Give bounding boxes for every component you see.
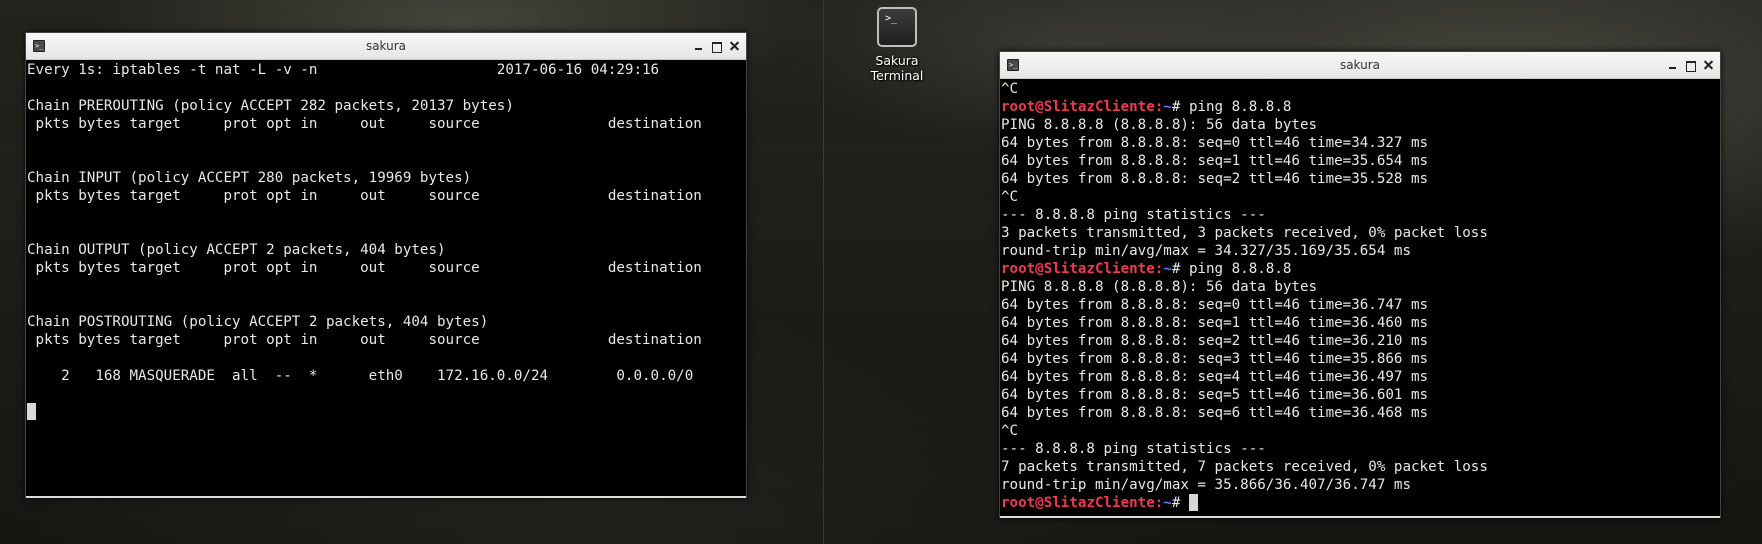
prompt-symbol: # [1171, 99, 1189, 115]
terminal-line: 64 bytes from 8.8.8.8: seq=2 ttl=46 time… [1001, 171, 1429, 187]
terminal-line: 64 bytes from 8.8.8.8: seq=5 ttl=46 time… [1001, 387, 1429, 403]
prompt-path: ~ [1163, 99, 1172, 115]
terminal-line: ^C [1001, 423, 1019, 439]
prompt-user-host: root@SlitazCliente: [1001, 495, 1164, 511]
close-icon[interactable] [729, 41, 740, 52]
terminal-bottom-border [1000, 516, 1720, 518]
prompt-user-host: root@SlitazCliente: [1001, 261, 1164, 277]
terminal-line: Chain POSTROUTING (policy ACCEPT 2 packe… [27, 314, 489, 330]
maximize-icon[interactable] [1685, 60, 1696, 72]
terminal-line: --- 8.8.8.8 ping statistics --- [1001, 441, 1266, 457]
terminal-line: 3 packets transmitted, 3 packets receive… [1001, 225, 1488, 241]
terminal-output[interactable]: Every 1s: iptables -t nat -L -v -n 2017-… [26, 61, 746, 497]
window-title: sakura [365, 39, 407, 53]
terminal-line: --- 8.8.8.8 ping statistics --- [1001, 207, 1266, 223]
terminal-line: Chain INPUT (policy ACCEPT 280 packets, … [27, 170, 472, 186]
terminal-prompt-line: root@SlitazCliente:~# ping 8.8.8.8 [1000, 98, 1720, 116]
terminal-line: 64 bytes from 8.8.8.8: seq=3 ttl=46 time… [1001, 351, 1429, 367]
command-text: ping 8.8.8.8 [1188, 261, 1292, 277]
window-controls [693, 33, 740, 60]
terminal-line: 64 bytes from 8.8.8.8: seq=0 ttl=46 time… [1001, 297, 1429, 313]
terminal-bottom-border [26, 496, 746, 498]
terminal-line: 64 bytes from 8.8.8.8: seq=0 ttl=46 time… [1001, 135, 1429, 151]
terminal-line: Every 1s: iptables -t nat -L -v -n 2017-… [27, 62, 660, 78]
terminal-line: ^C [1001, 81, 1019, 97]
terminal-line [26, 403, 746, 421]
title-bar[interactable]: >_ sakura [1000, 52, 1720, 79]
minimize-icon[interactable] [1667, 60, 1678, 71]
prompt-user-host: root@SlitazCliente: [1001, 99, 1164, 115]
terminal-line: 64 bytes from 8.8.8.8: seq=6 ttl=46 time… [1001, 405, 1429, 421]
terminal-line: 64 bytes from 8.8.8.8: seq=2 ttl=46 time… [1001, 333, 1429, 349]
terminal-output[interactable]: ^C root@SlitazCliente:~# ping 8.8.8.8 PING… [1000, 80, 1720, 517]
minimize-icon[interactable] [693, 41, 704, 52]
desktop-icon-sakura-terminal[interactable]: >_ Sakura Terminal [857, 7, 937, 83]
terminal-prompt-line: root@SlitazCliente:~# [1000, 494, 1720, 512]
text-cursor [1188, 494, 1198, 511]
prompt-path: ~ [1163, 261, 1172, 277]
close-icon[interactable] [1703, 60, 1714, 71]
terminal-icon: >_ [877, 7, 917, 47]
maximize-icon[interactable] [711, 41, 722, 53]
title-bar[interactable]: >_ sakura [26, 33, 746, 60]
terminal-line: pkts bytes target prot opt in out source… [27, 260, 702, 276]
terminal-window-right[interactable]: >_ sakura ^C root@SlitazCliente:~# ping 8… [999, 51, 1721, 518]
prompt-path: ~ [1163, 495, 1172, 511]
terminal-line: PING 8.8.8.8 (8.8.8.8): 56 data bytes [1001, 117, 1318, 133]
terminal-line: 7 packets transmitted, 7 packets receive… [1001, 459, 1488, 475]
terminal-window-left[interactable]: >_ sakura Every 1s: iptables -t nat -L -… [25, 32, 747, 498]
terminal-prompt-line: root@SlitazCliente:~# ping 8.8.8.8 [1000, 260, 1720, 278]
terminal-line: Chain OUTPUT (policy ACCEPT 2 packets, 4… [27, 242, 446, 258]
terminal-line: pkts bytes target prot opt in out source… [27, 116, 702, 132]
terminal-line: round-trip min/avg/max = 34.327/35.169/3… [1001, 243, 1411, 259]
terminal-line: pkts bytes target prot opt in out source… [27, 188, 702, 204]
window-controls [1667, 52, 1714, 79]
terminal-line: 64 bytes from 8.8.8.8: seq=1 ttl=46 time… [1001, 153, 1429, 169]
terminal-line: PING 8.8.8.8 (8.8.8.8): 56 data bytes [1001, 279, 1318, 295]
terminal-line: 64 bytes from 8.8.8.8: seq=1 ttl=46 time… [1001, 315, 1429, 331]
text-cursor [27, 403, 36, 420]
monitor-seam [823, 0, 824, 544]
terminal-line: Chain PREROUTING (policy ACCEPT 282 pack… [27, 98, 514, 114]
command-text: ping 8.8.8.8 [1188, 99, 1292, 115]
terminal-line: ^C [1001, 189, 1019, 205]
desktop-icon-label: Sakura Terminal [870, 53, 924, 83]
terminal-line: pkts bytes target prot opt in out source… [27, 332, 702, 348]
terminal-line: 64 bytes from 8.8.8.8: seq=4 ttl=46 time… [1001, 369, 1429, 385]
prompt-symbol: # [1171, 261, 1189, 277]
window-title: sakura [1339, 58, 1381, 72]
prompt-symbol: # [1171, 495, 1189, 511]
terminal-line: round-trip min/avg/max = 35.866/36.407/3… [1001, 477, 1411, 493]
terminal-line: 2 168 MASQUERADE all -- * eth0 172.16.0.… [27, 368, 694, 384]
